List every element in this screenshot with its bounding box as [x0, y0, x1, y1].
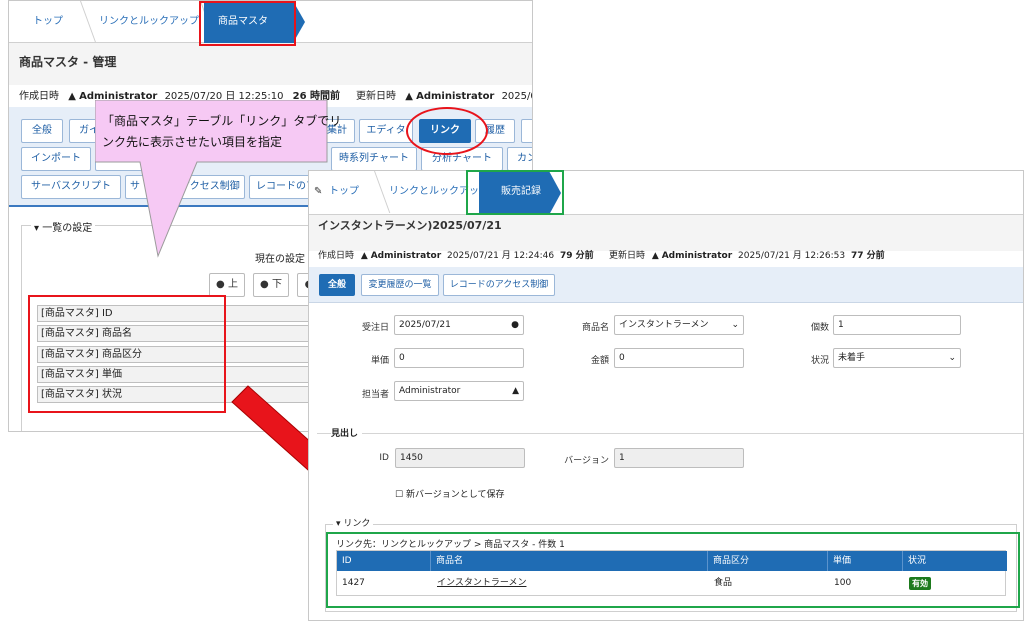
list-settings-legend[interactable]: ▾ 一覧の設定 — [31, 219, 96, 234]
version-field: 1 — [614, 448, 744, 468]
tab-record-access[interactable]: レコードのアクセス制御 — [443, 274, 555, 296]
product-label: 商品名 — [581, 323, 609, 333]
user-icon: ▲ — [512, 386, 519, 396]
front-breadcrumb: ✎ トップ リンクとルックアップ 販売記録 — [309, 171, 1023, 215]
id-label: ID — [379, 453, 389, 463]
amount-label: 金額 — [590, 356, 609, 366]
tab-kanban[interactable]: カン — [507, 147, 532, 171]
qty-field[interactable]: 1 — [833, 315, 961, 335]
owner-field[interactable]: Administrator ▲ — [394, 381, 524, 401]
owner-label: 担当者 — [361, 390, 389, 400]
amount-field[interactable]: 0 — [614, 348, 744, 368]
status-label: 状況 — [810, 356, 829, 366]
highlight-breadcrumb — [199, 1, 296, 46]
page-title: 商品マスタ - 管理 — [19, 55, 117, 69]
heading-label: 見出し — [331, 426, 363, 439]
chevron-down-icon: ⌄ — [948, 353, 956, 363]
chevron-down-icon: ⌄ — [731, 320, 739, 330]
tab-editor[interactable]: エディタ — [359, 119, 413, 143]
order-date-label: 受注日 — [361, 323, 389, 333]
user-icon: ▲ — [68, 91, 76, 102]
tab-general[interactable]: 全般 — [319, 274, 355, 296]
highlight-link-table — [326, 532, 1020, 608]
unit-price-label: 単価 — [370, 356, 389, 366]
edit-icon[interactable]: ✎ — [314, 171, 322, 213]
order-date-field[interactable]: 2025/07/21 ● — [394, 315, 524, 335]
page-title: インスタントラーメン)2025/07/21 — [318, 219, 502, 232]
status-select[interactable]: 未着手 ⌄ — [833, 348, 961, 368]
meta-updated: 更新日時 ▲ Administrator 2025/07/21 月 12:26:… — [609, 251, 885, 261]
highlight-columns — [28, 295, 226, 413]
callout-text: 「商品マスタ」テーブル「リンク」タブでリ ンク先に表示させたい項目を指定 — [102, 114, 342, 149]
tab-timeseries[interactable]: 時系列チャート — [331, 147, 417, 171]
highlight-link-tab — [406, 107, 488, 155]
user-icon: ▲ — [651, 251, 659, 261]
qty-label: 個数 — [810, 323, 829, 333]
user-icon: ▲ — [405, 91, 413, 102]
crumb-separator — [363, 171, 391, 213]
tab-change-history[interactable]: 変更履歴の一覧 — [361, 274, 439, 296]
move-down-button[interactable]: ● 下 — [253, 273, 289, 297]
crumb-separator — [69, 1, 97, 43]
move-up-button[interactable]: ● 上 — [209, 273, 245, 297]
clock-icon[interactable]: ● — [511, 316, 519, 334]
crumb-top[interactable]: トップ — [33, 1, 63, 43]
user-icon: ▲ — [360, 251, 368, 261]
highlight-breadcrumb-front — [466, 170, 564, 215]
meta-updated: 更新日時 ▲ Administrator 2025/07/2 — [356, 91, 532, 102]
unit-price-field[interactable]: 0 — [394, 348, 524, 368]
crumb-link-lookup[interactable]: リンクとルックアップ — [99, 1, 199, 43]
tab-import[interactable]: インポート — [21, 147, 91, 171]
product-select[interactable]: インスタントラーメン ⌄ — [614, 315, 744, 335]
version-label: バージョン — [564, 456, 609, 466]
new-version-checkbox[interactable]: ☐ 新バージョンとして保存 — [395, 487, 505, 500]
meta-created: 作成日時 ▲ Administrator 2025/07/21 月 12:24:… — [318, 251, 594, 261]
crumb-top[interactable]: トップ — [329, 171, 359, 213]
link-section-legend[interactable]: ▾ リンク — [333, 516, 374, 529]
id-field: 1450 — [395, 448, 525, 468]
tab-extra[interactable] — [521, 119, 532, 143]
tab-general[interactable]: 全般 — [21, 119, 63, 143]
